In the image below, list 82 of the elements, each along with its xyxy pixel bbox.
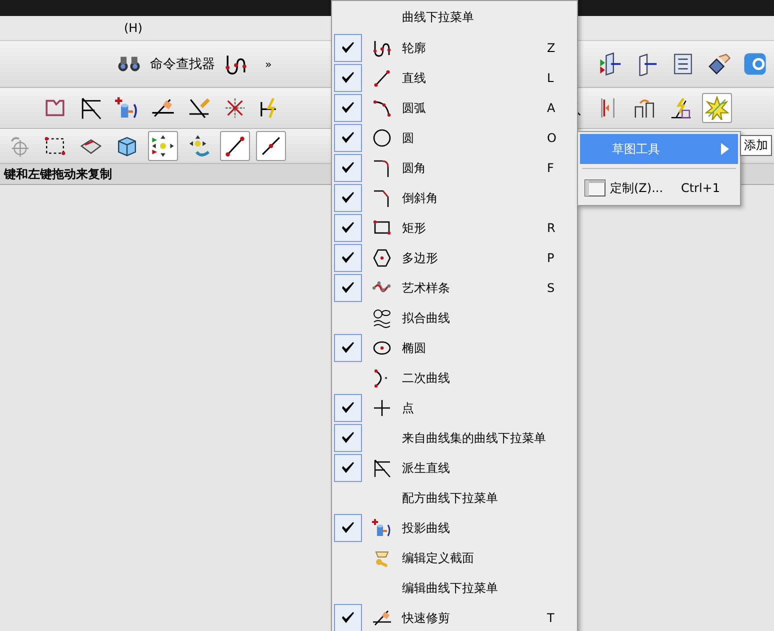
menu-item[interactable]: 编辑定义截面 [402, 550, 547, 566]
project-icon [115, 96, 139, 120]
arc-icon [372, 98, 392, 118]
shortcut-text: A [547, 101, 556, 115]
menu-checkbox[interactable] [334, 214, 362, 242]
shortcut-text: O [547, 131, 556, 145]
menu-checkbox[interactable] [334, 34, 362, 62]
menu-item[interactable]: 圆 [402, 130, 547, 146]
arrow-icon [720, 143, 730, 155]
trim-icon [372, 608, 392, 628]
fit-icon [372, 308, 392, 328]
spark-icon [705, 96, 729, 120]
toolbar-button[interactable] [256, 131, 286, 161]
menu-item[interactable]: 直线 [402, 70, 547, 86]
menu-item[interactable]: 投影曲线 [402, 520, 547, 536]
shortcut-text: R [547, 221, 556, 235]
toolbar-button[interactable] [220, 131, 250, 161]
status-text: 键和左键拖动来复制 [4, 166, 112, 182]
shortcut-text: T [547, 611, 554, 625]
line-mid-icon [259, 134, 283, 158]
shortcut-text: L [547, 71, 554, 85]
menu-item[interactable]: 编辑曲线下拉菜单 [402, 580, 547, 596]
submenu-item[interactable]: 定制(Z)... Ctrl+1 [580, 173, 738, 203]
menu-checkbox[interactable] [334, 154, 362, 182]
more-button[interactable]: » [265, 58, 272, 70]
lightning-icon [669, 96, 693, 120]
hand-icon [706, 52, 731, 76]
menu-item[interactable]: 派生直线 [402, 460, 547, 476]
menu-item[interactable]: 二次曲线 [402, 370, 547, 386]
cube-icon [115, 134, 139, 158]
menu-item[interactable]: 圆角 [402, 160, 547, 176]
menu-item[interactable]: 配方曲线下拉菜单 [402, 490, 547, 506]
menu-checkbox[interactable] [334, 274, 362, 302]
line-icon [372, 68, 392, 88]
move2-icon [187, 134, 211, 158]
menu-checkbox[interactable] [334, 454, 362, 482]
menu-checkbox[interactable] [334, 514, 362, 542]
shortcut-text: P [547, 251, 554, 265]
menu-item[interactable]: 来自曲线集的曲线下拉菜单 [402, 430, 547, 446]
profile-icon [372, 38, 392, 58]
menu-checkbox[interactable] [334, 334, 362, 362]
shortcut-text: S [547, 281, 555, 295]
menu-item[interactable]: 轮廓 [402, 40, 547, 56]
extend-icon [187, 96, 211, 120]
menu-checkbox[interactable] [334, 184, 362, 212]
menu-checkbox[interactable] [334, 94, 362, 122]
rect-select-icon [43, 134, 67, 158]
shortcut-text: Z [547, 41, 556, 55]
project-icon [372, 518, 392, 538]
line-icon [223, 134, 247, 158]
menu-item[interactable]: 快速修剪 [402, 610, 547, 626]
menu-item[interactable]: 拟合曲线 [402, 310, 547, 326]
menu-item[interactable]: 圆弧 [402, 100, 547, 116]
menu-item[interactable]: 艺术样条 [402, 280, 547, 296]
arrow-box-icon [598, 52, 623, 76]
derived-icon [79, 96, 103, 120]
menu-checkbox[interactable] [334, 244, 362, 272]
point-icon [372, 398, 392, 418]
menu-item[interactable]: 矩形 [402, 220, 547, 236]
derived-icon [372, 458, 392, 478]
menu-item[interactable]: 倒斜角 [402, 190, 547, 206]
menu-item[interactable]: 多边形 [402, 250, 547, 266]
menu-item[interactable]: 点 [402, 400, 547, 416]
menu-checkbox[interactable] [334, 394, 362, 422]
menu-bar-item[interactable]: (H) [120, 21, 146, 35]
menu-checkbox[interactable] [334, 604, 362, 631]
trim-icon [151, 96, 175, 120]
menu-item[interactable]: 椭圆 [402, 340, 547, 356]
toolbar-button[interactable] [148, 131, 178, 161]
menu-checkbox[interactable] [334, 64, 362, 92]
corner-icon [223, 96, 247, 120]
menu-checkbox[interactable] [334, 424, 362, 452]
shortcut-text: F [547, 161, 554, 175]
command-finder-label[interactable]: 命令查找器 [150, 55, 215, 73]
menu-item[interactable]: 曲线下拉菜单 [402, 8, 547, 26]
circle-icon [372, 128, 392, 148]
polygon-icon [372, 248, 392, 268]
tooltip: 添加 [740, 135, 772, 156]
tab-icon [742, 52, 767, 76]
move-icon [151, 134, 175, 158]
menu-checkbox[interactable] [334, 124, 362, 152]
window-icon [584, 179, 606, 197]
